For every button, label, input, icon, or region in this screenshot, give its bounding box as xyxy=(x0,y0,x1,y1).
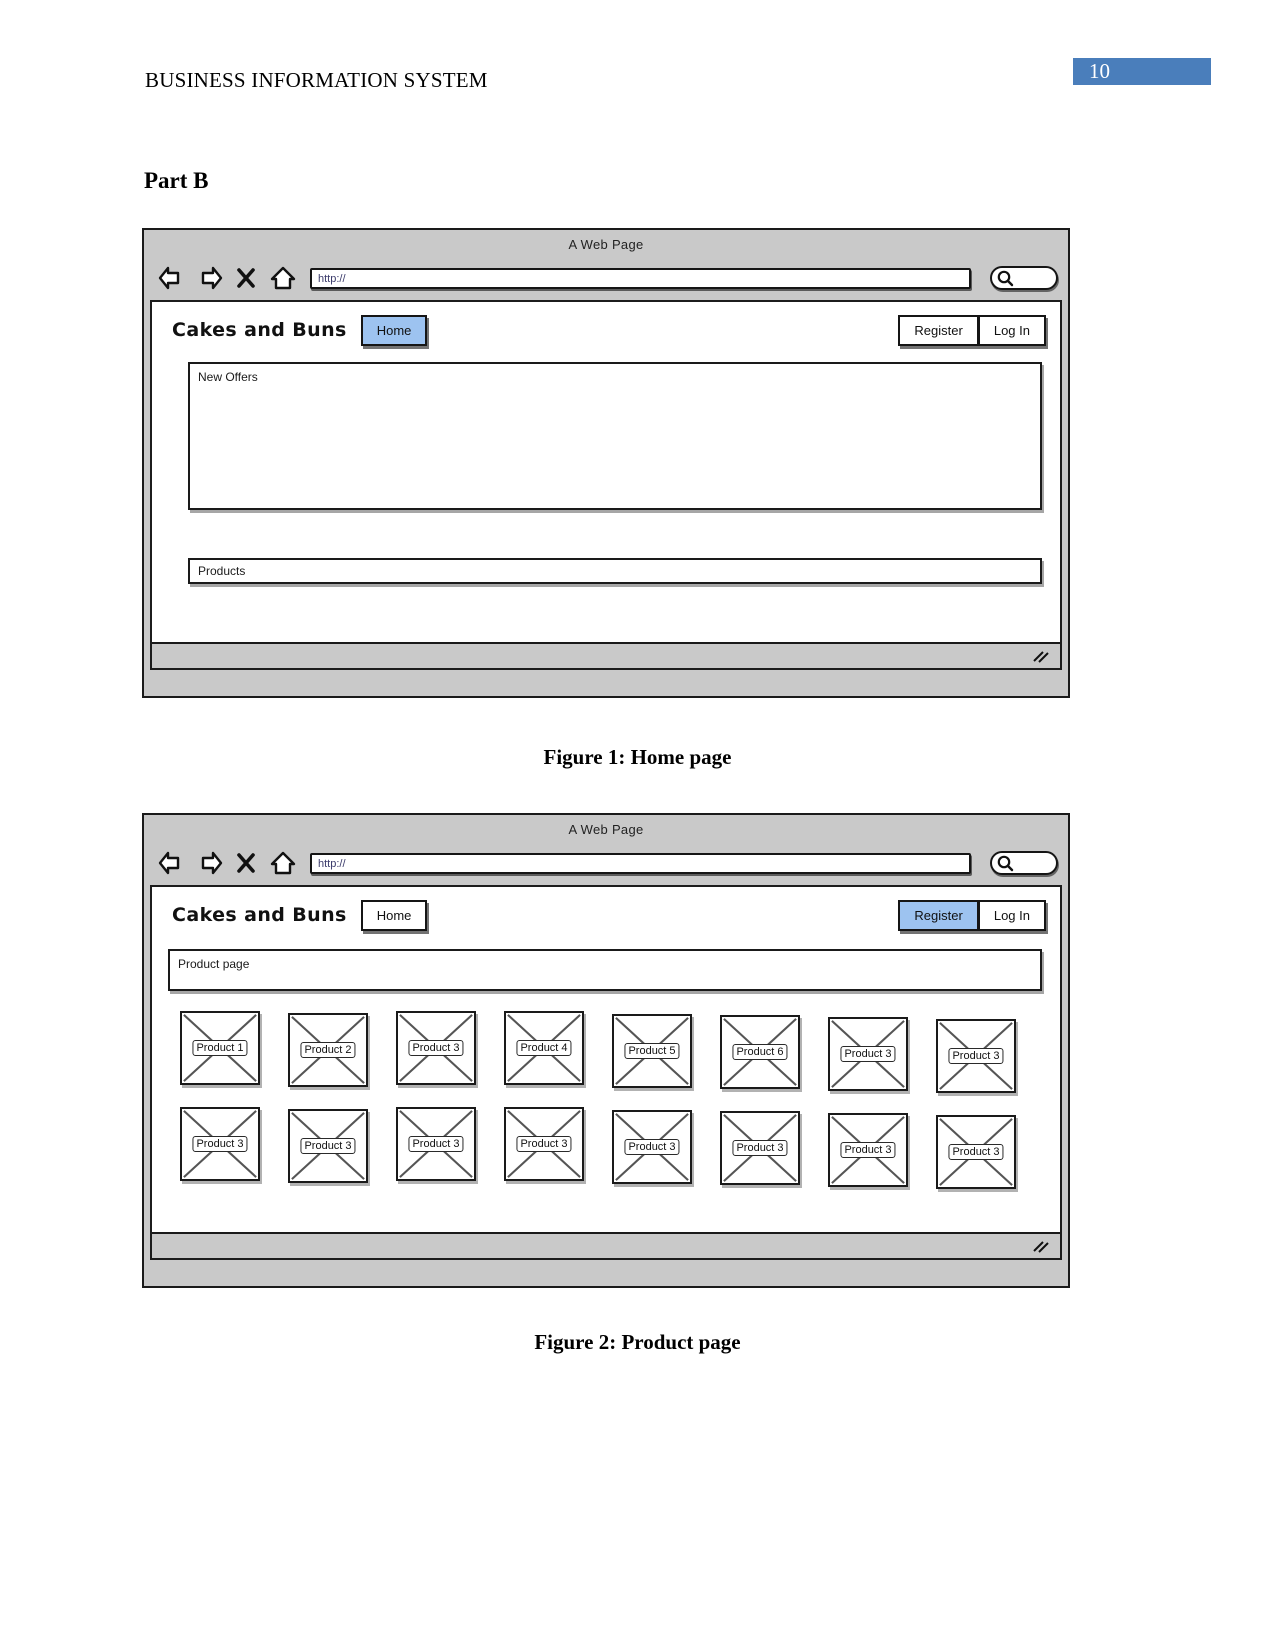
figure1-caption: Figure 1: Home page xyxy=(543,745,732,769)
product-tile[interactable]: Product 2 xyxy=(288,1013,368,1087)
figure2-page-canvas: Cakes and Buns Home Register Log In Prod… xyxy=(150,885,1062,1260)
product-tile[interactable]: Product 3 xyxy=(288,1109,368,1183)
home-icon[interactable] xyxy=(269,850,297,876)
product-tile-label: Product 1 xyxy=(192,1039,248,1057)
forward-arrow-icon[interactable] xyxy=(195,850,223,876)
running-header: BUSINESS INFORMATION SYSTEM xyxy=(145,68,488,92)
product-tile-label: Product 6 xyxy=(732,1043,788,1061)
url-input[interactable]: http:// xyxy=(310,852,971,874)
browser-toolbar: http:// xyxy=(144,845,1068,881)
home-icon[interactable] xyxy=(269,265,297,291)
close-x-icon[interactable] xyxy=(232,265,260,291)
close-x-icon[interactable] xyxy=(232,850,260,876)
product-tile-label: Product 3 xyxy=(624,1138,680,1156)
products-panel: Products xyxy=(188,558,1042,584)
product-tile[interactable]: Product 3 xyxy=(936,1115,1016,1189)
product-tile-label: Product 4 xyxy=(516,1039,572,1057)
resize-grip-icon[interactable] xyxy=(1032,1240,1050,1254)
new-offers-label: New Offers xyxy=(198,370,258,384)
product-tile[interactable]: Product 3 xyxy=(612,1110,692,1184)
figure1-page-canvas: Cakes and Buns Home Register Log In New … xyxy=(150,300,1062,670)
product-tile[interactable]: Product 3 xyxy=(504,1107,584,1181)
product-tile-label: Product 3 xyxy=(948,1143,1004,1161)
product-tile-label: Product 3 xyxy=(408,1039,464,1057)
register-button[interactable]: Register xyxy=(898,314,979,346)
section-title: Part B xyxy=(144,168,209,193)
nav-home-button[interactable]: Home xyxy=(360,314,428,346)
login-button[interactable]: Log In xyxy=(978,314,1046,346)
product-tile-label: Product 3 xyxy=(408,1135,464,1153)
product-tile-label: Product 3 xyxy=(840,1141,896,1159)
figure2-wireframe: A Web Page http:// Cakes and Buns Home R… xyxy=(142,813,1070,1288)
product-tile[interactable]: Product 3 xyxy=(396,1107,476,1181)
site-brand: Cakes and Buns xyxy=(172,904,347,926)
product-page-label: Product page xyxy=(178,957,250,971)
product-tile[interactable]: Product 3 xyxy=(720,1111,800,1185)
site-navbar: Cakes and Buns Home Register Log In xyxy=(152,887,1060,943)
browser-search-field[interactable] xyxy=(990,266,1058,290)
product-tile[interactable]: Product 4 xyxy=(504,1011,584,1085)
product-tile-label: Product 3 xyxy=(732,1139,788,1157)
browser-window-title: A Web Page xyxy=(568,237,644,252)
figure1-wireframe: A Web Page http:// Cakes and Buns Home R… xyxy=(142,228,1070,698)
back-arrow-icon[interactable] xyxy=(158,265,186,291)
product-tile-label: Product 3 xyxy=(192,1135,248,1153)
product-tile-label: Product 3 xyxy=(840,1045,896,1063)
url-input[interactable]: http:// xyxy=(310,267,971,289)
auth-button-group: Register Log In xyxy=(898,314,1046,346)
product-tile[interactable]: Product 6 xyxy=(720,1015,800,1089)
product-tile[interactable]: Product 3 xyxy=(936,1019,1016,1093)
page-number-badge: 10 xyxy=(1073,58,1211,85)
resize-grip-icon[interactable] xyxy=(1032,650,1050,664)
figure2-caption: Figure 2: Product page xyxy=(534,1330,741,1354)
product-page-panel: Product page xyxy=(168,949,1042,991)
product-tile-label: Product 3 xyxy=(948,1047,1004,1065)
search-icon xyxy=(997,855,1014,872)
product-tile[interactable]: Product 3 xyxy=(828,1113,908,1187)
site-brand: Cakes and Buns xyxy=(172,319,347,341)
site-navbar: Cakes and Buns Home Register Log In xyxy=(152,302,1060,358)
auth-button-group: Register Log In xyxy=(898,899,1046,931)
forward-arrow-icon[interactable] xyxy=(195,265,223,291)
product-tile-label: Product 3 xyxy=(516,1135,572,1153)
login-button[interactable]: Log In xyxy=(978,899,1046,931)
register-button[interactable]: Register xyxy=(898,899,979,931)
product-tile[interactable]: Product 3 xyxy=(828,1017,908,1091)
browser-toolbar: http:// xyxy=(144,260,1068,296)
browser-window-title: A Web Page xyxy=(568,822,644,837)
product-grid: Product 1 Product 2 Product 3 Product 4 Prod… xyxy=(180,1011,1060,1189)
product-tile[interactable]: Product 3 xyxy=(396,1011,476,1085)
nav-home-button[interactable]: Home xyxy=(360,899,428,931)
product-tile-label: Product 3 xyxy=(300,1137,356,1155)
new-offers-panel: New Offers xyxy=(188,362,1042,510)
window-statusbar xyxy=(152,642,1060,668)
product-tile[interactable]: Product 5 xyxy=(612,1014,692,1088)
product-tile[interactable]: Product 3 xyxy=(180,1107,260,1181)
window-statusbar xyxy=(152,1232,1060,1258)
browser-search-field[interactable] xyxy=(990,851,1058,875)
product-tile-label: Product 2 xyxy=(300,1041,356,1059)
back-arrow-icon[interactable] xyxy=(158,850,186,876)
search-icon xyxy=(997,270,1014,287)
products-label: Products xyxy=(198,564,246,578)
product-tile[interactable]: Product 1 xyxy=(180,1011,260,1085)
product-tile-label: Product 5 xyxy=(624,1042,680,1060)
